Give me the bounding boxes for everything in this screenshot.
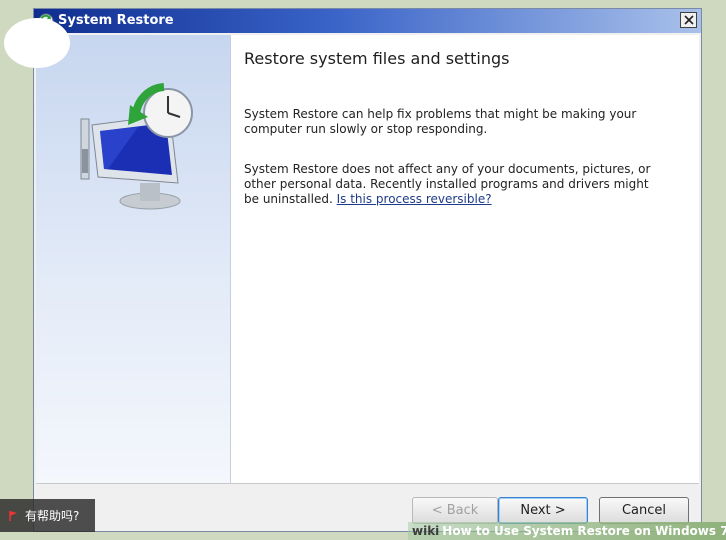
- page-heading: Restore system files and settings: [244, 49, 510, 68]
- watermark-brand: wiki: [412, 524, 440, 538]
- close-icon: [684, 15, 694, 25]
- cancel-button[interactable]: Cancel: [599, 497, 689, 524]
- help-badge-text: 有帮助吗?: [25, 509, 80, 523]
- left-pane: [36, 35, 231, 483]
- reversible-link[interactable]: Is this process reversible?: [337, 192, 492, 206]
- restore-computer-clock-icon: [80, 83, 193, 210]
- system-restore-window: System Restore Restore system files and …: [33, 8, 702, 532]
- title-bar[interactable]: System Restore: [34, 9, 701, 33]
- dialog-content: Restore system files and settings System…: [36, 35, 699, 484]
- window-title: System Restore: [58, 13, 174, 28]
- description-paragraph: System Restore can help fix problems tha…: [244, 107, 637, 136]
- back-button[interactable]: < Back: [412, 497, 498, 524]
- help-badge[interactable]: 有帮助吗?: [0, 499, 95, 532]
- info-paragraph: System Restore does not affect any of yo…: [244, 162, 664, 207]
- close-button[interactable]: [680, 12, 697, 28]
- watermark-text: How to Use System Restore on Windows 7: [442, 524, 726, 538]
- flag-icon: [9, 510, 17, 521]
- overlay-circle: [4, 18, 70, 68]
- next-button[interactable]: Next >: [498, 497, 588, 524]
- watermark: wiki How to Use System Restore on Window…: [408, 522, 726, 540]
